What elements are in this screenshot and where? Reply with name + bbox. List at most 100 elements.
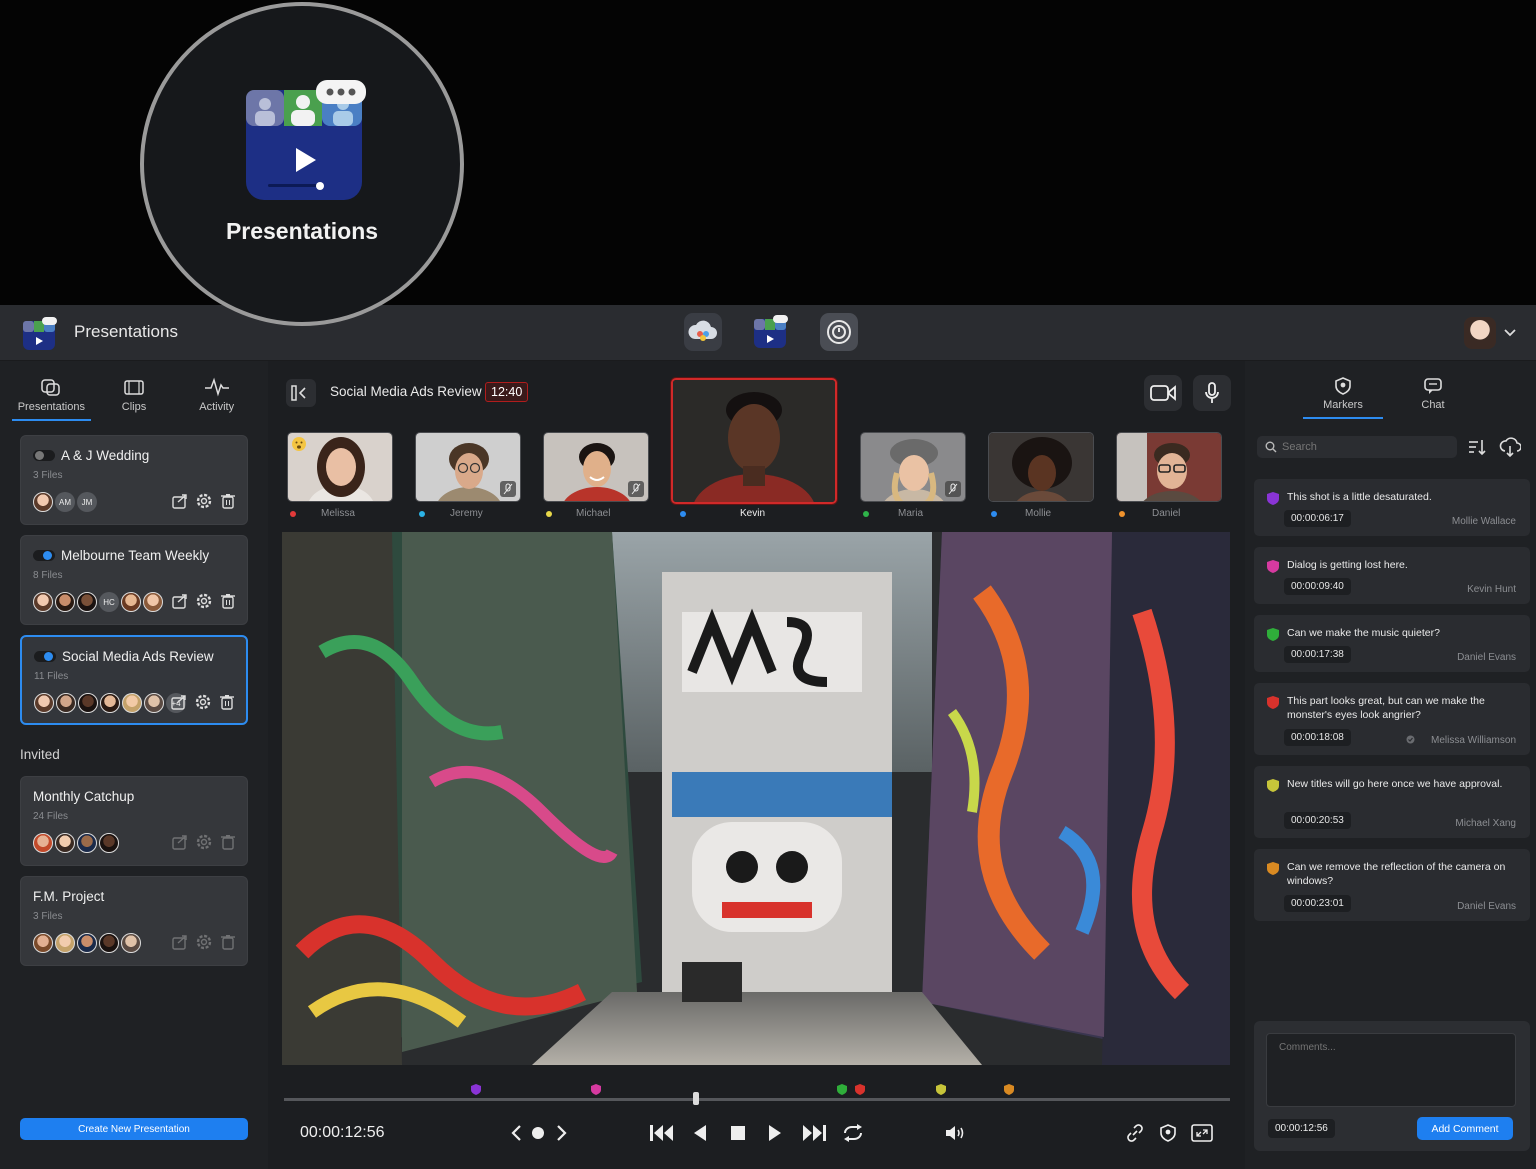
participant-tile[interactable]: [287, 432, 393, 502]
play-button[interactable]: [764, 1122, 786, 1144]
left-sidebar: Presentations Clips Activity A & J Weddi…: [0, 361, 268, 1169]
emoji-reaction-icon: [292, 437, 306, 451]
project-name: Social Media Ads Review: [62, 649, 214, 664]
marker-comment-card[interactable]: Dialog is getting lost here. 00:00:09:40…: [1254, 547, 1530, 604]
skip-to-end-button[interactable]: [800, 1122, 828, 1144]
stop-button[interactable]: [727, 1122, 749, 1144]
marker-shield-icon: [1335, 377, 1351, 395]
skip-back-icon: [650, 1125, 673, 1141]
collapse-panel-icon: [291, 385, 306, 401]
camera-button[interactable]: [1144, 375, 1182, 411]
participant-tile[interactable]: [988, 432, 1094, 502]
participant-tile[interactable]: [415, 432, 521, 502]
search-input[interactable]: [1282, 441, 1452, 453]
prev-marker-button[interactable]: [505, 1122, 527, 1144]
chevron-down-icon[interactable]: [1503, 325, 1517, 339]
timeline-track[interactable]: [284, 1098, 1230, 1101]
add-marker-shield-button[interactable]: [1157, 1122, 1179, 1144]
presentations-app-icon[interactable]: [22, 317, 58, 351]
copy-link-button[interactable]: [1124, 1122, 1146, 1144]
add-comment-button[interactable]: Add Comment: [1417, 1117, 1513, 1140]
timeline-marker-icon[interactable]: [470, 1083, 482, 1096]
next-marker-button[interactable]: [551, 1122, 573, 1144]
video-preview[interactable]: [282, 532, 1230, 1065]
settings-app-button[interactable]: [820, 313, 858, 351]
marker-comment-card[interactable]: New titles will go here once we have app…: [1254, 766, 1530, 838]
project-name: Monthly Catchup: [33, 789, 135, 804]
invited-project-card[interactable]: Monthly Catchup 24 Files: [20, 776, 248, 866]
avatar-initials: HC: [99, 592, 119, 612]
participant-name: Daniel: [1152, 508, 1181, 519]
timeline-marker-icon[interactable]: [590, 1083, 602, 1096]
participant-tile[interactable]: [543, 432, 649, 502]
project-toggle[interactable]: [33, 550, 55, 561]
collapse-sidebar-button[interactable]: [286, 379, 316, 407]
avatar: [77, 833, 97, 853]
presentations-switch-button[interactable]: [752, 313, 790, 351]
tab-markers[interactable]: Markers: [1303, 377, 1383, 419]
project-toggle[interactable]: [34, 651, 56, 662]
share-icon[interactable]: [171, 492, 189, 510]
project-card[interactable]: Melbourne Team Weekly 8 Files HC: [20, 535, 248, 625]
marker-comment-card[interactable]: This shot is a little desaturated. 00:00…: [1254, 479, 1530, 536]
gear-icon[interactable]: [194, 693, 212, 711]
tab-presentations[interactable]: Presentations: [10, 373, 93, 421]
marker-comment-card[interactable]: Can we make the music quieter? 00:00:17:…: [1254, 615, 1530, 672]
gear-icon[interactable]: [195, 592, 213, 610]
cloud-download-icon[interactable]: [1499, 436, 1521, 458]
trash-icon[interactable]: [219, 592, 237, 610]
tab-chat[interactable]: Chat: [1393, 377, 1473, 417]
microphone-icon: [1205, 382, 1219, 403]
trash-icon[interactable]: [219, 492, 237, 510]
share-icon[interactable]: [170, 693, 188, 711]
fullscreen-button[interactable]: [1190, 1122, 1214, 1144]
project-name: A & J Wedding: [61, 448, 150, 463]
marker-timecode[interactable]: 00:00:06:17: [1284, 510, 1351, 527]
participant-tile-active-speaker[interactable]: [671, 378, 837, 504]
comment-input[interactable]: [1266, 1033, 1516, 1107]
marker-timecode[interactable]: 00:00:23:01: [1284, 895, 1351, 912]
create-presentation-button[interactable]: Create New Presentation: [20, 1118, 248, 1140]
volume-button[interactable]: [945, 1122, 967, 1144]
tab-clips[interactable]: Clips: [93, 373, 176, 419]
trash-icon[interactable]: [218, 693, 236, 711]
timeline-marker-icon[interactable]: [854, 1083, 866, 1096]
loop-button[interactable]: [840, 1122, 866, 1144]
cloud-app-button[interactable]: [684, 313, 722, 351]
microphone-button[interactable]: [1193, 375, 1231, 411]
marker-timecode[interactable]: 00:00:09:40: [1284, 578, 1351, 595]
timeline-marker-icon[interactable]: [836, 1083, 848, 1096]
add-marker-button[interactable]: [527, 1122, 549, 1144]
tab-activity[interactable]: Activity: [175, 373, 258, 419]
skip-to-start-button[interactable]: [648, 1122, 676, 1144]
project-toggle[interactable]: [33, 450, 55, 461]
share-icon[interactable]: [171, 592, 189, 610]
participant-name: Jeremy: [450, 508, 483, 519]
participant-tile[interactable]: [1116, 432, 1222, 502]
marker-timecode[interactable]: 00:00:18:08: [1284, 729, 1351, 746]
mic-muted-badge: [628, 481, 644, 497]
participant-tile[interactable]: [860, 432, 966, 502]
project-card-selected[interactable]: Social Media Ads Review 11 Files +4: [20, 635, 248, 725]
app-title: Presentations: [74, 322, 178, 341]
trash-icon: [221, 935, 235, 950]
sort-icon[interactable]: [1467, 437, 1487, 457]
invited-project-card[interactable]: F.M. Project 3 Files: [20, 876, 248, 966]
marker-comment-card[interactable]: This part looks great, but can we make t…: [1254, 683, 1530, 755]
avatar: [100, 693, 120, 713]
marker-timecode[interactable]: 00:00:20:53: [1284, 812, 1351, 829]
loop-icon: [844, 1124, 862, 1142]
timeline-playhead[interactable]: [692, 1092, 699, 1105]
timeline-marker-icon[interactable]: [1003, 1083, 1015, 1096]
user-avatar[interactable]: [1464, 317, 1496, 349]
avatar: [33, 592, 53, 612]
timeline-marker-icon[interactable]: [935, 1083, 947, 1096]
project-members: AM JM: [33, 492, 97, 512]
project-card[interactable]: A & J Wedding 3 Files AM JM: [20, 435, 248, 525]
gear-icon[interactable]: [195, 492, 213, 510]
marker-comment-card[interactable]: Can we remove the reflection of the came…: [1254, 849, 1530, 921]
step-back-button[interactable]: [689, 1122, 711, 1144]
search-field[interactable]: [1257, 436, 1457, 458]
marker-timecode[interactable]: 00:00:17:38: [1284, 646, 1351, 663]
marker-shield-icon: [1267, 628, 1279, 641]
